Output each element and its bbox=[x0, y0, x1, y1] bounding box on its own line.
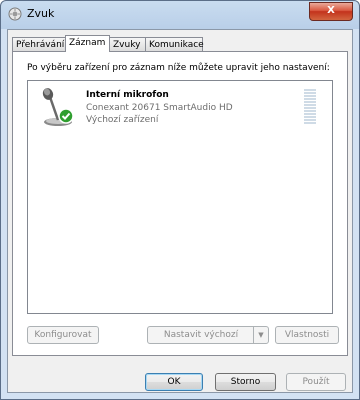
ok-button[interactable]: OK bbox=[145, 373, 203, 391]
instruction-text: Po výběru zařízení pro záznam níže můžet… bbox=[27, 63, 330, 73]
dialog-client-area: Přehrávání Záznam Zvuky Komunikace Po vý… bbox=[7, 29, 353, 393]
microphone-icon bbox=[36, 87, 80, 127]
speaker-icon bbox=[8, 7, 22, 21]
configure-button[interactable]: Konfigurovat bbox=[27, 326, 99, 344]
set-default-button[interactable]: Nastavit výchozí ▼ bbox=[147, 326, 269, 344]
device-list[interactable]: Interní mikrofon Conexant 20671 SmartAud… bbox=[27, 80, 333, 314]
apply-button[interactable]: Použít bbox=[286, 373, 346, 391]
recording-panel: Po výběru zařízení pro záznam níže můžet… bbox=[12, 51, 348, 356]
properties-button[interactable]: Vlastnosti bbox=[275, 326, 339, 344]
device-name: Interní mikrofon bbox=[86, 90, 169, 100]
tab-communications[interactable]: Komunikace bbox=[145, 37, 204, 51]
level-meter bbox=[304, 89, 316, 127]
window-title: Zvuk bbox=[27, 7, 55, 20]
list-item[interactable]: Interní mikrofon Conexant 20671 SmartAud… bbox=[32, 85, 328, 127]
device-status: Výchozí zařízení bbox=[86, 115, 159, 125]
close-button[interactable]: X bbox=[309, 2, 353, 21]
sound-dialog: Zvuk X Přehrávání Záznam Zvuky Komunikac… bbox=[0, 0, 360, 400]
tab-playback[interactable]: Přehrávání bbox=[12, 37, 66, 51]
cancel-button[interactable]: Storno bbox=[215, 373, 276, 391]
tab-sounds[interactable]: Zvuky bbox=[109, 37, 146, 51]
chevron-down-icon[interactable]: ▼ bbox=[253, 327, 268, 343]
title-bar[interactable]: Zvuk X bbox=[1, 1, 359, 27]
device-driver: Conexant 20671 SmartAudio HD bbox=[86, 103, 233, 113]
tab-recording[interactable]: Záznam bbox=[65, 35, 110, 52]
set-default-label: Nastavit výchozí bbox=[163, 330, 239, 340]
